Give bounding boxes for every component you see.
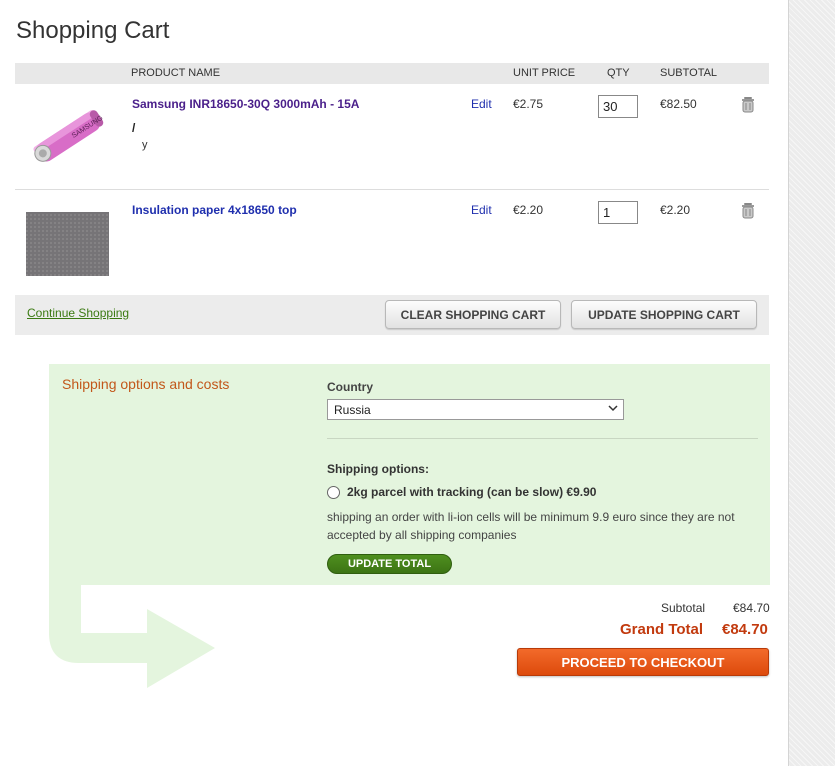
qty-input[interactable]	[598, 95, 638, 118]
clear-cart-button[interactable]: Clear Shopping Cart	[385, 300, 561, 329]
product-name-link[interactable]: Samsung INR18650-30Q 3000mAh - 15A	[132, 97, 359, 111]
decorative-arrow-icon	[49, 585, 215, 688]
product-name-link[interactable]: Insulation paper 4x18650 top	[132, 203, 297, 217]
unit-price: €2.75	[513, 97, 544, 111]
proceed-to-checkout-button[interactable]: Proceed to Checkout	[517, 648, 769, 676]
grand-total-value: €84.70	[722, 621, 768, 638]
col-unit-price: UNIT PRICE	[513, 67, 576, 79]
product-option-value: y	[142, 139, 148, 151]
subtotal-label: Subtotal	[661, 601, 706, 615]
shipping-option-radio[interactable]	[327, 486, 340, 499]
product-thumbnail-battery[interactable]: SAMSUNG	[26, 100, 109, 174]
divider	[327, 438, 758, 439]
item-subtotal: €82.50	[660, 97, 697, 111]
grand-total-label: Grand Total	[620, 621, 704, 638]
cart-table-header: PRODUCT NAME UNIT PRICE QTY SUBTOTAL	[15, 63, 769, 84]
update-total-button[interactable]: Update Total	[327, 554, 452, 574]
shipping-options-label: Shipping options:	[327, 462, 429, 476]
product-thumbnail-insulation-paper[interactable]	[26, 206, 109, 280]
col-subtotal: SUBTOTAL	[660, 67, 718, 79]
page-side-strip	[788, 0, 835, 766]
shipping-options-panel: Shipping options and costs Country Russi…	[49, 364, 770, 585]
unit-price: €2.20	[513, 203, 544, 217]
item-subtotal: €2.20	[660, 203, 691, 217]
continue-shopping-link[interactable]: Continue Shopping	[27, 306, 129, 320]
subtotal-value: €84.70	[733, 601, 770, 615]
shipping-note: shipping an order with li-ion cells will…	[327, 510, 735, 542]
cart-actions-bar: Continue Shopping Clear Shopping Cart Up…	[15, 295, 769, 335]
page-title: Shopping Cart	[16, 17, 170, 44]
shipping-option-label[interactable]: 2kg parcel with tracking (can be slow) €…	[347, 485, 596, 499]
shipping-title: Shipping options and costs	[62, 376, 230, 392]
cart-row: SAMSUNG Samsung INR18650-30Q 3000mAh - 1…	[15, 84, 769, 190]
country-select-value: Russia	[334, 403, 371, 417]
col-product-name: PRODUCT NAME	[131, 67, 221, 79]
chevron-down-icon	[608, 405, 618, 412]
col-qty: QTY	[607, 67, 630, 79]
country-select[interactable]: Russia	[327, 399, 624, 420]
trash-icon[interactable]	[739, 201, 757, 219]
cart-row: Insulation paper 4x18650 top Edit €2.20 …	[15, 190, 769, 295]
country-label: Country	[327, 380, 373, 394]
trash-icon[interactable]	[739, 95, 757, 113]
qty-input[interactable]	[598, 201, 638, 224]
update-cart-button[interactable]: Update Shopping Cart	[571, 300, 757, 329]
product-option-label: /	[132, 121, 136, 135]
edit-item-link[interactable]: Edit	[471, 203, 492, 217]
edit-item-link[interactable]: Edit	[471, 97, 492, 111]
